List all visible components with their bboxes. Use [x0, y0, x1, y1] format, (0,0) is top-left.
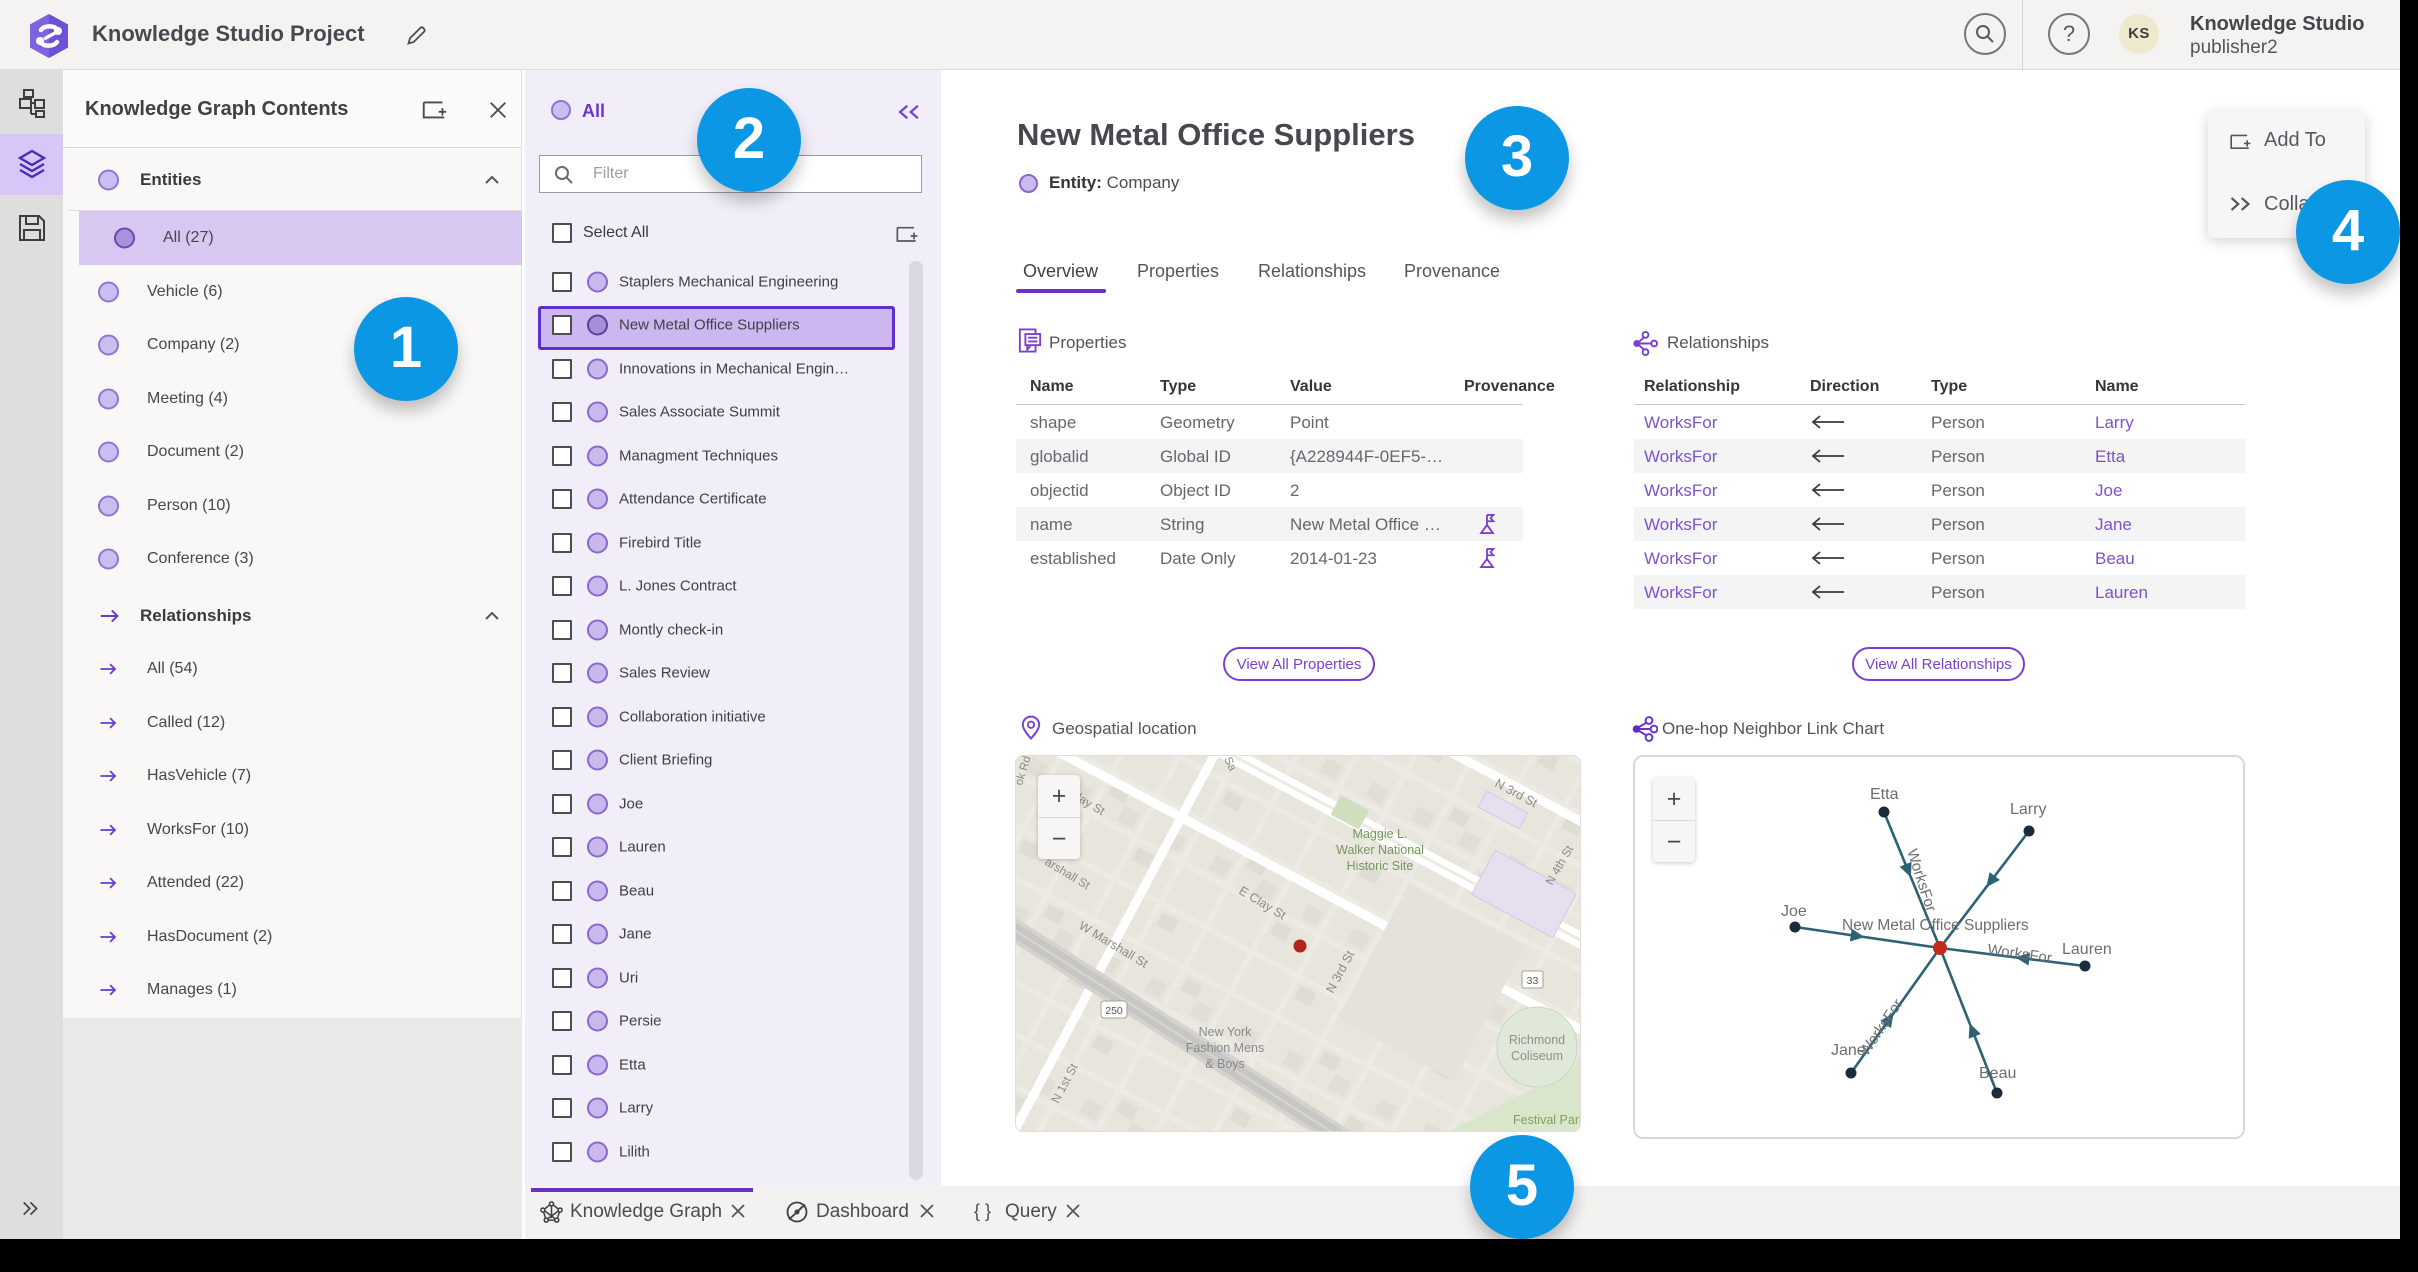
svg-text:New Metal Office Suppliers: New Metal Office Suppliers: [1842, 917, 2029, 934]
svg-text:Festival Park: Festival Park: [1513, 1113, 1581, 1127]
svg-text:Richmond: Richmond: [1509, 1033, 1565, 1047]
svg-text:Coliseum: Coliseum: [1511, 1049, 1563, 1063]
svg-text:Joe: Joe: [1781, 903, 1807, 920]
svg-text:Larry: Larry: [2010, 801, 2046, 818]
svg-text:33: 33: [1527, 975, 1539, 987]
svg-text:Walker National: Walker National: [1336, 843, 1424, 857]
svg-text:Beau: Beau: [1979, 1065, 2016, 1082]
svg-text:& Boys: & Boys: [1205, 1057, 1245, 1071]
svg-text:WorksFor: WorksFor: [1856, 996, 1906, 1059]
svg-text:Maggie L.: Maggie L.: [1353, 827, 1408, 841]
svg-text:WorksFor: WorksFor: [1986, 941, 2052, 967]
svg-text:Fashion Mens: Fashion Mens: [1186, 1041, 1265, 1055]
svg-text:Lauren: Lauren: [2062, 941, 2112, 958]
svg-text:WorksFor: WorksFor: [1903, 847, 1939, 914]
svg-text:250: 250: [1105, 1005, 1123, 1017]
svg-text:Historic Site: Historic Site: [1347, 859, 1414, 873]
svg-text:Etta: Etta: [1870, 786, 1899, 803]
svg-text:New York: New York: [1199, 1025, 1253, 1039]
